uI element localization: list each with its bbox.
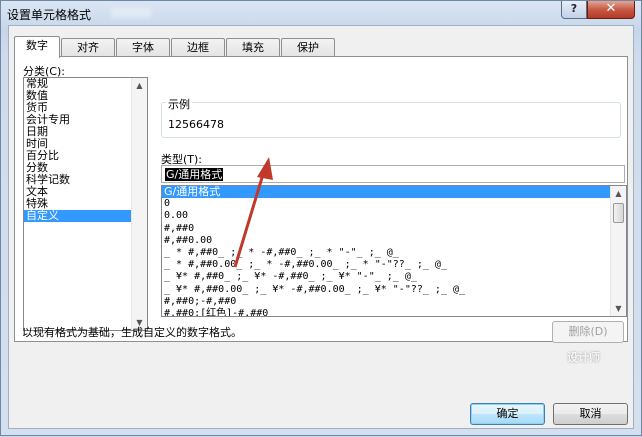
close-button[interactable]: ✕	[587, 1, 635, 19]
sample-value: 12566478	[168, 118, 224, 131]
dialog-client-area: 数字 对齐 字体 边框 填充 保护 分类(C): 常规 数值 货币 会计专用 日…	[8, 25, 634, 429]
tab-fill[interactable]: 填充	[226, 38, 280, 57]
scroll-thumb[interactable]	[613, 203, 624, 223]
category-listbox[interactable]: 常规 数值 货币 会计专用 日期 时间 百分比 分数 科学记数 文本 特殊 自定…	[23, 77, 148, 331]
sample-group: 示例 12566478	[161, 96, 621, 138]
tab-number[interactable]: 数字	[14, 36, 60, 58]
cancel-button[interactable]: 取消	[553, 403, 628, 425]
format-item[interactable]: _ * #,##0_ ;_ * -#,##0_ ;_ * "-"_ ;_ @_	[162, 247, 626, 259]
format-item[interactable]: _ ¥* #,##0_ ;_ ¥* -#,##0_ ;_ ¥* "-"_ ;_ …	[162, 271, 626, 283]
scroll-down-arrow-icon[interactable]: ▼	[611, 301, 626, 316]
type-listbox[interactable]: G/通用格式 0 0.00 #,##0 #,##0.00 _ * #,##0_ …	[161, 185, 627, 317]
description-text: 以现有格式为基础，生成自定义的数字格式。	[22, 326, 242, 339]
dialog-title: 设置单元格格式	[7, 8, 92, 22]
scroll-up-arrow-icon[interactable]: ▲	[132, 78, 147, 93]
type-scrollbar[interactable]: ▲ ▼	[610, 186, 626, 316]
format-item[interactable]: _ * #,##0.00_ ;_ * -#,##0.00_ ;_ * "-"??…	[162, 259, 626, 271]
scroll-up-arrow-icon[interactable]: ▲	[611, 186, 626, 201]
format-item[interactable]: 0.00	[162, 210, 626, 222]
format-item[interactable]: 0	[162, 198, 626, 210]
category-item-selected[interactable]: 自定义	[24, 210, 147, 222]
format-item[interactable]: #,##0.00	[162, 235, 626, 247]
format-item[interactable]: #,##0;-#,##0	[162, 296, 626, 308]
delete-button[interactable]: 删除(D)	[552, 321, 624, 343]
dialog-window: 设置单元格格式 ? ✕ 数字 对齐 字体 边框 填充 保护 分类(C): 常规 …	[0, 0, 642, 436]
tab-alignment[interactable]: 对齐	[61, 38, 115, 57]
tab-font[interactable]: 字体	[116, 38, 170, 57]
format-item[interactable]: _ ¥* #,##0.00_ ;_ ¥* -#,##0.00_ ;_ ¥* "-…	[162, 284, 626, 296]
sample-label: 示例	[166, 96, 192, 112]
format-item[interactable]: #,##0;[红色]-#,##0	[162, 308, 626, 316]
format-item[interactable]: #,##0	[162, 223, 626, 235]
blurred-background-text	[111, 8, 151, 18]
title-bar[interactable]: 设置单元格格式 ? ✕	[1, 1, 641, 25]
ok-button[interactable]: 确定	[470, 403, 545, 425]
type-input-selected-text[interactable]: G/通用格式	[165, 168, 224, 181]
watermark-text: 设计师	[567, 351, 600, 364]
tab-border[interactable]: 边框	[171, 38, 225, 57]
tab-protection[interactable]: 保护	[281, 38, 335, 57]
number-tab-panel: 分类(C): 常规 数值 货币 会计专用 日期 时间 百分比 分数 科学记数 文…	[14, 56, 628, 343]
help-button[interactable]: ?	[561, 1, 587, 19]
type-input[interactable]: G/通用格式	[161, 165, 625, 183]
format-item-selected[interactable]: G/通用格式	[162, 186, 626, 199]
category-scrollbar[interactable]: ▲ ▼	[131, 78, 147, 330]
